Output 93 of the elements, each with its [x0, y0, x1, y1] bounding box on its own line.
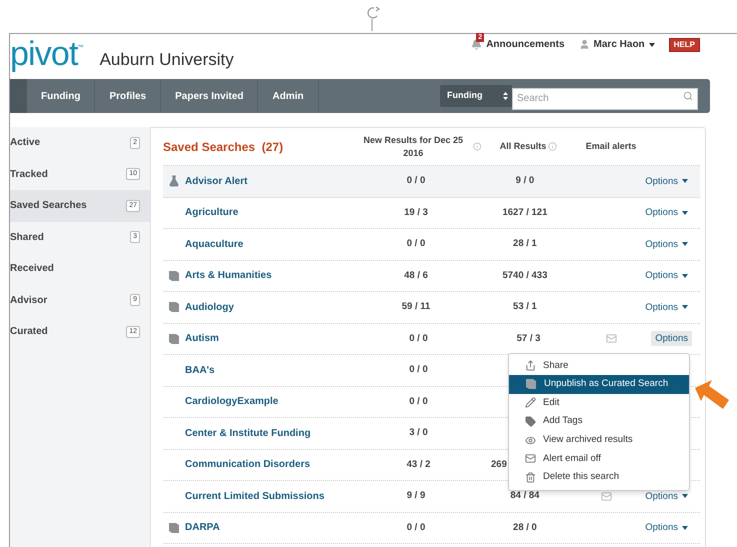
envelope-icon[interactable]: [606, 333, 616, 344]
scope-select[interactable]: Funding: [440, 85, 512, 107]
column-header: Email alerts: [584, 140, 638, 153]
table-cell-text: 3 / 0: [408, 426, 429, 440]
saved-search-link[interactable]: Current Limited Submissions: [185, 488, 324, 504]
table-cell-text: 43 / 2: [406, 458, 432, 472]
saved-search-link[interactable]: Advisor Alert: [185, 174, 248, 189]
updown-icon: [503, 92, 508, 100]
table-cell: 28 / 0: [513, 520, 537, 535]
table-cell: 84 / 84: [510, 489, 540, 504]
envelope-icon: [525, 453, 536, 464]
saved-search-link[interactable]: Autism: [185, 331, 219, 346]
search-field[interactable]: Search: [512, 88, 698, 110]
pencil-icon: [525, 397, 536, 408]
nav-tab[interactable]: Profiles: [95, 79, 162, 113]
options-menu-button[interactable]: Options: [641, 300, 692, 315]
book-icon: [525, 378, 537, 390]
table-cell-text: 0 / 0: [408, 363, 429, 378]
table-cell: 269: [491, 458, 507, 472]
table-cell: 9 / 0: [516, 174, 534, 188]
table-cell-text: 0 / 0: [406, 520, 426, 535]
eye-icon: [525, 434, 536, 446]
sidebar-item[interactable]: Received: [10, 253, 150, 284]
options-menu-button[interactable]: Options: [641, 174, 692, 189]
nav-tab[interactable]: Admin: [258, 79, 319, 113]
caret-icon: [682, 179, 688, 184]
institution-name: Auburn University: [100, 49, 234, 71]
table-cell-text: 0 / 0: [406, 174, 426, 188]
table-cell: 5740 / 433: [502, 268, 548, 283]
caret-icon: [682, 210, 688, 215]
envelope-icon[interactable]: [601, 490, 612, 502]
column-header: New Results for Dec 25 2016: [356, 134, 481, 160]
menu-item[interactable]: Delete this search: [509, 468, 689, 487]
caret-icon: [682, 494, 688, 498]
table-cell: 28 / 1: [513, 237, 537, 252]
trash-icon: [525, 472, 536, 483]
user-icon: [578, 39, 590, 50]
nav-tab[interactable]: Papers Invited: [161, 79, 258, 113]
table-cell: 57 / 3: [516, 332, 540, 346]
user-menu[interactable]: Marc Haon: [578, 37, 655, 52]
tag-icon: [525, 416, 536, 428]
saved-search-link[interactable]: BAA's: [185, 362, 215, 378]
nav-bar-cap: [10, 79, 27, 113]
book-icon: [168, 332, 180, 345]
column-header: All Results: [481, 140, 576, 153]
info-icon: [548, 142, 558, 151]
section-title: Saved Searches (27): [163, 138, 284, 156]
table-cell-text: 0 / 0: [408, 332, 429, 346]
options-menu-button[interactable]: Options: [641, 205, 692, 220]
caret-icon: [682, 274, 688, 278]
nav-tab[interactable]: Funding: [27, 79, 96, 113]
book-icon: [168, 301, 180, 314]
book-icon: [168, 522, 180, 534]
caret-icon: [682, 305, 688, 310]
options-menu-button[interactable]: Options: [641, 488, 692, 504]
saved-search-link[interactable]: Center & Institute Funding: [185, 426, 311, 441]
menu-item[interactable]: View archived results: [509, 430, 689, 450]
table-cell-text: 0 / 0: [406, 237, 426, 252]
menu-item[interactable]: Add Tags: [509, 412, 689, 431]
saved-search-link[interactable]: Agriculture: [185, 205, 238, 220]
options-menu-button[interactable]: Options: [641, 520, 692, 536]
share-icon: [525, 360, 536, 372]
table-cell: 1627 / 121: [502, 206, 548, 220]
bell-icon: [471, 39, 482, 50]
help-button[interactable]: HELP: [668, 38, 700, 52]
menu-item[interactable]: Edit: [509, 394, 689, 412]
saved-search-link[interactable]: Audiology: [185, 300, 234, 315]
info-icon: [472, 142, 481, 151]
options-menu-button[interactable]: Options: [641, 236, 692, 252]
saved-search-link[interactable]: DARPA: [185, 520, 220, 536]
saved-search-link[interactable]: Aquaculture: [185, 236, 244, 252]
options-menu-button[interactable]: Options: [641, 268, 692, 284]
search-icon: [683, 91, 693, 101]
menu-item[interactable]: Unpublish as Curated Search: [509, 375, 689, 394]
options-menu-button[interactable]: Options: [651, 331, 692, 346]
menu-item[interactable]: Alert email off: [509, 449, 689, 468]
table-cell-text: 59 / 11: [400, 300, 432, 314]
pointer-arrow: [695, 380, 731, 410]
caret-icon: [648, 42, 655, 46]
table-cell-text: 19 / 3: [403, 206, 429, 220]
saved-search-link[interactable]: CardiologyExample: [185, 394, 278, 410]
table-cell-text: 48 / 6: [403, 268, 429, 283]
saved-search-link[interactable]: Communication Disorders: [185, 457, 310, 472]
logo: pivot: [10, 36, 78, 72]
flask-icon: [168, 175, 180, 188]
book-icon: [168, 270, 180, 282]
saved-search-link[interactable]: Arts & Humanities: [185, 268, 272, 284]
caret-icon: [682, 242, 688, 246]
table-cell-text: 0 / 0: [408, 394, 429, 409]
menu-item[interactable]: Share: [509, 356, 689, 376]
table-cell: 53 / 1: [513, 300, 537, 314]
table-cell-text: 9 / 9: [406, 489, 426, 504]
caret-icon: [682, 526, 688, 530]
